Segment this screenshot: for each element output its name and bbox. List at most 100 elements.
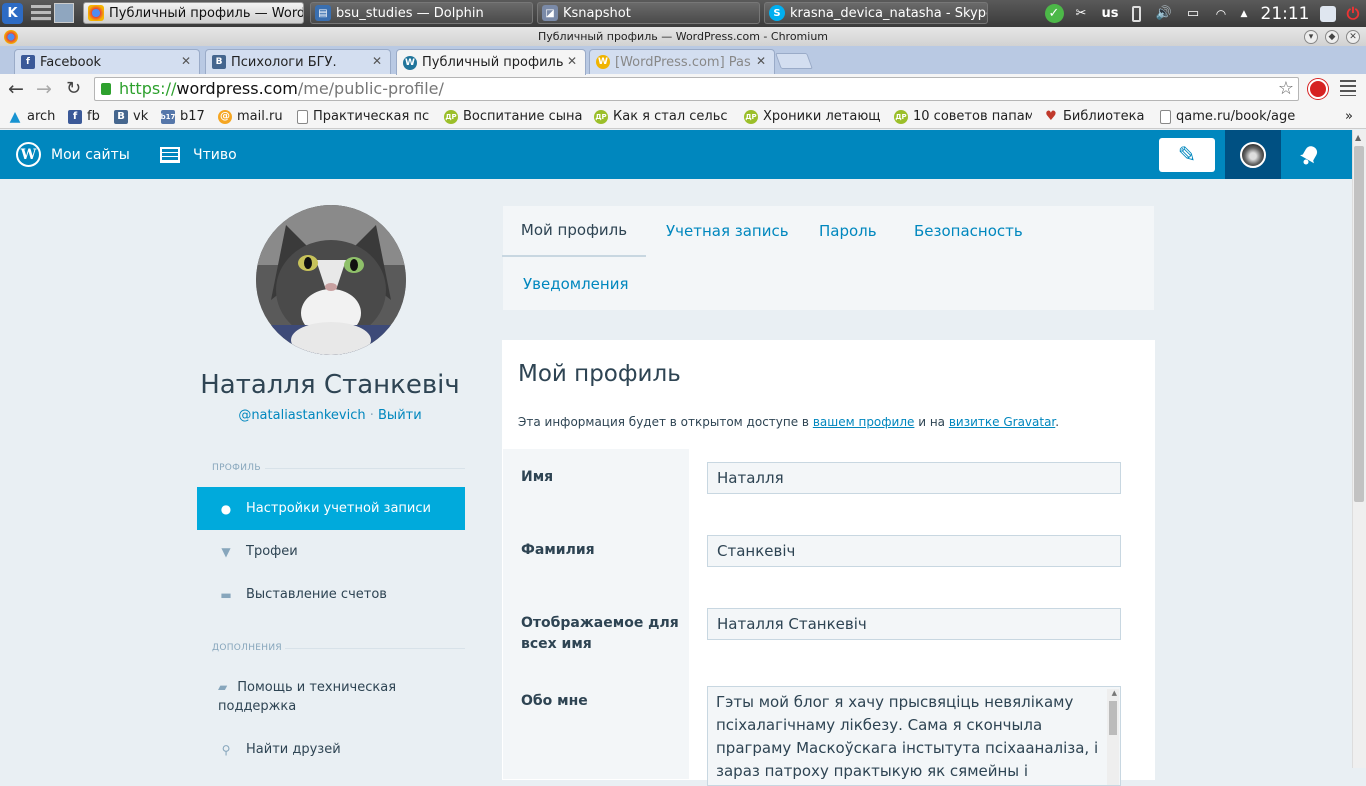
back-icon[interactable]: ← <box>8 78 24 100</box>
tab-password[interactable]: Пароль <box>819 205 877 257</box>
close-icon[interactable]: ✕ <box>1346 30 1360 44</box>
tab-account[interactable]: Учетная запись <box>666 205 789 257</box>
my-sites-label: Мои сайты <box>51 146 130 163</box>
textarea-scroll-thumb[interactable] <box>1109 701 1117 735</box>
tab-close-icon[interactable]: ✕ <box>181 54 191 68</box>
scissors-icon[interactable]: ✂ <box>1070 3 1092 24</box>
tab-close-icon[interactable]: ✕ <box>567 54 577 68</box>
maximize-icon[interactable]: ◆ <box>1325 30 1339 44</box>
lock-icon <box>101 83 111 95</box>
sidebar-item-label: Найти друзей <box>246 742 341 757</box>
bookmark-vk[interactable]: Bvk <box>114 108 154 125</box>
username-link[interactable]: @nataliastankevich <box>238 408 365 423</box>
profile-link[interactable]: вашем профиле <box>813 415 915 429</box>
logout-link[interactable]: Выйти <box>378 408 422 423</box>
bookmark-star-icon[interactable]: ☆ <box>1278 78 1294 100</box>
bookmark-item[interactable]: ДР Как я стал сельс <box>594 108 732 125</box>
tab-facebook[interactable]: f Facebook ✕ <box>14 49 200 74</box>
profile-name: Наталля Станкевіч <box>200 370 460 400</box>
intro-text: и на <box>914 415 949 429</box>
menu-icon[interactable] <box>1340 80 1356 96</box>
tab-wordpress-password[interactable]: W [WordPress.com] Pas ✕ <box>589 49 775 74</box>
sidebar-item-find-friends[interactable]: ⚲ Найти друзей <box>197 728 465 771</box>
adblock-icon[interactable] <box>1308 79 1328 99</box>
bookmark-label: Воспитание сына <box>463 109 582 124</box>
scroll-up-arrow-icon[interactable]: ▲ <box>1112 689 1117 697</box>
sidebar-item-trophies[interactable]: ▼ Трофеи <box>197 530 465 573</box>
gravatar-link[interactable]: визитке Gravatar <box>949 415 1055 429</box>
check-icon[interactable]: ✓ <box>1043 3 1065 24</box>
bookmark-mailru[interactable]: @ mail.ru <box>218 108 286 125</box>
tab-notifications[interactable]: Уведомления <box>523 258 628 310</box>
profile-menu-button[interactable] <box>1225 130 1281 179</box>
scrollbar-thumb[interactable] <box>1354 146 1364 502</box>
lock-icon[interactable] <box>1318 3 1338 24</box>
avatar <box>1240 141 1266 168</box>
bookmark-item[interactable]: ДР Воспитание сына <box>444 108 582 125</box>
taskbar-item-dolphin[interactable]: ▤ bsu_studies — Dolphin <box>310 2 533 24</box>
sidebar-item-billing[interactable]: ▬ Выставление счетов <box>197 573 465 616</box>
taskbar-item-ksnapshot[interactable]: ◪ Ksnapshot <box>537 2 760 24</box>
taskbar-item-skype[interactable]: S krasna_devica_natasha - Skype <box>764 2 988 24</box>
user-icon: ● <box>220 501 232 516</box>
keyboard-layout[interactable]: us <box>1099 3 1121 24</box>
bookmark-fb[interactable]: f fb <box>68 108 106 125</box>
forward-icon[interactable]: → <box>36 78 52 100</box>
profile-avatar[interactable] <box>256 205 406 355</box>
bookmark-b17[interactable]: b17 b17 <box>161 108 209 125</box>
window-app-icon[interactable] <box>4 30 18 44</box>
sidebar-item-account-settings[interactable]: ● Настройки учетной записи <box>197 487 465 530</box>
taskbar-item-label: Ksnapshot <box>563 5 631 21</box>
bookmark-item[interactable]: ДР Хроники летающ <box>744 108 882 125</box>
wordpress-icon: W <box>596 55 610 69</box>
last-name-input[interactable]: Станкевіч <box>707 535 1121 567</box>
kde-menu-icon[interactable]: K <box>2 3 23 24</box>
bookmark-library[interactable]: ♥ Библиотека <box>1044 108 1149 125</box>
taskbar-item-label: bsu_studies — Dolphin <box>336 5 484 21</box>
clock[interactable]: 21:11 <box>1255 3 1315 24</box>
tab-public-profile[interactable]: W Публичный профиль ✕ <box>396 49 586 75</box>
form-intro: Эта информация будет в открытом доступе … <box>518 415 1059 429</box>
bookmarks-more[interactable]: » <box>1345 108 1359 125</box>
dolphin-icon: ▤ <box>315 5 331 21</box>
display-icon[interactable]: ▭ <box>1181 3 1205 24</box>
desktop-pager[interactable] <box>54 3 74 23</box>
activities-icon[interactable] <box>31 5 51 21</box>
my-sites-button[interactable]: W Мои сайты <box>16 130 140 179</box>
about-me-textarea[interactable]: Гэты мой блог я хачу прысвяціць невяліка… <box>707 686 1121 786</box>
taskbar-item-chromium[interactable]: Публичный профиль — WordPr <box>83 2 304 24</box>
notifications-bell-icon[interactable] <box>1296 141 1324 169</box>
power-icon[interactable]: ⏻ <box>1342 3 1364 24</box>
tab-vk[interactable]: B Психологи БГУ. ✕ <box>205 49 391 74</box>
first-name-label: Имя <box>521 469 554 485</box>
kde-panel: K Публичный профиль — WordPr ▤ bsu_studi… <box>0 0 1366 27</box>
first-name-input[interactable]: Наталля <box>707 462 1121 494</box>
tab-my-profile[interactable]: Мой профиль <box>502 205 646 257</box>
tab-close-icon[interactable]: ✕ <box>756 54 766 68</box>
scroll-up-arrow-icon[interactable]: ▲ <box>1355 133 1361 142</box>
tab-close-icon[interactable]: ✕ <box>372 54 382 68</box>
display-name-input[interactable]: Наталля Станкевіч <box>707 608 1121 640</box>
volume-icon[interactable]: 🔊 <box>1152 3 1176 24</box>
address-bar[interactable]: https://wordpress.com/me/public-profile/… <box>94 77 1299 101</box>
new-tab-button[interactable] <box>775 53 813 69</box>
reload-icon[interactable]: ↻ <box>66 78 81 99</box>
vk-icon: B <box>114 109 128 124</box>
bookmark-label: vk <box>133 109 149 124</box>
bookmark-item[interactable]: ДР 10 советов папам <box>894 108 1032 125</box>
tray-expand-icon[interactable]: ▲ <box>1237 3 1251 24</box>
write-post-button[interactable]: ✎ <box>1159 138 1215 172</box>
bookmark-item[interactable]: Практическая пс <box>297 108 430 125</box>
sidebar-item-help[interactable]: ▰ Помощь и техническая поддержка <box>218 678 438 716</box>
page-icon <box>297 109 308 124</box>
bookmark-arch[interactable]: ▲ arch <box>8 108 63 125</box>
wifi-icon[interactable]: ◠ <box>1210 3 1232 24</box>
minimize-icon[interactable]: ▾ <box>1304 30 1318 44</box>
bookmark-label: qame.ru/book/age <box>1176 109 1296 124</box>
tab-security[interactable]: Безопасность <box>914 205 1023 257</box>
about-me-label: Обо мне <box>521 693 588 709</box>
reader-button[interactable]: Чтиво <box>160 130 250 179</box>
battery-icon[interactable] <box>1126 3 1146 24</box>
bookmark-item[interactable]: qame.ru/book/age <box>1160 108 1297 125</box>
trophy-icon: ▼ <box>221 544 231 559</box>
